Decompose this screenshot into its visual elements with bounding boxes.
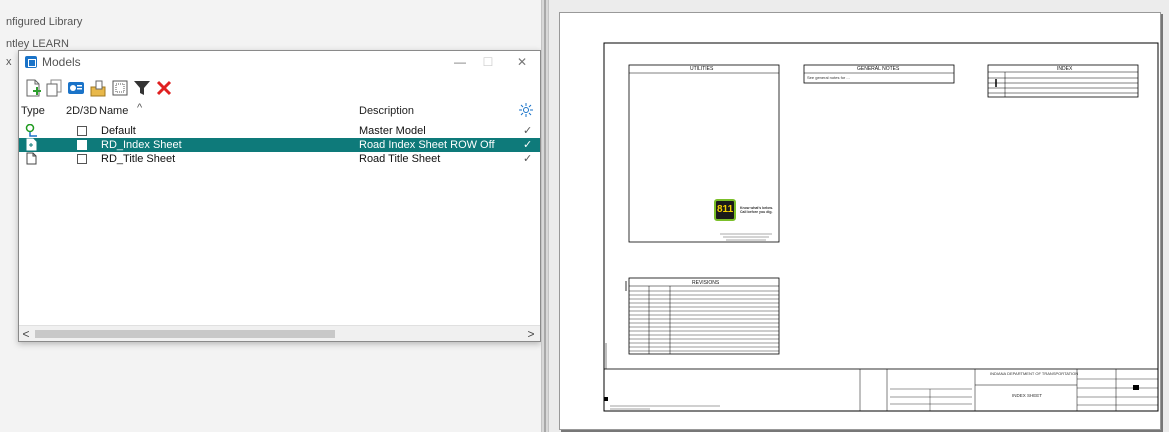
sun-icon xyxy=(519,103,533,117)
view-window: UTILITIES GENERAL NOTES See general note… xyxy=(549,0,1169,432)
model-properties-button[interactable] xyxy=(67,79,85,97)
delete-icon xyxy=(156,80,172,96)
model-description: Road Index Sheet ROW Off xyxy=(359,139,495,151)
utilities-heading: UTILITIES xyxy=(690,66,714,72)
filter-button[interactable] xyxy=(133,79,151,97)
scroll-left-button[interactable]: < xyxy=(19,327,33,341)
display-settings-icon[interactable] xyxy=(519,103,533,119)
filter-icon xyxy=(134,81,150,95)
dialog-title: Models xyxy=(42,55,81,69)
title-block-org: INDIANA DEPARTMENT OF TRANSPORTATION xyxy=(990,371,1079,376)
sheet-canvas[interactable]: UTILITIES GENERAL NOTES See general note… xyxy=(559,12,1161,430)
index-heading: INDEX xyxy=(1057,66,1073,72)
call-811-logo: 811 xyxy=(714,199,736,221)
model-row-default[interactable]: Default Master Model ✓ xyxy=(19,123,540,138)
minimize-button[interactable]: — xyxy=(446,54,474,70)
scroll-right-button[interactable]: > xyxy=(524,327,538,341)
general-notes-body: See general notes for ... xyxy=(807,75,850,80)
model-description: Master Model xyxy=(359,125,426,137)
import-icon xyxy=(90,80,106,97)
tree-item-bentley-learn[interactable]: ntley LEARN xyxy=(6,38,69,50)
tree-item-configured-library[interactable]: nfigured Library xyxy=(6,16,82,28)
display-check-icon[interactable]: ✓ xyxy=(523,152,532,165)
tree-item-partial[interactable]: x xyxy=(6,56,12,68)
explorer-pane: nfigured Library ntley LEARN x Models — … xyxy=(0,0,541,432)
column-2d3d[interactable]: 2D/3D xyxy=(66,105,97,121)
models-icon xyxy=(25,56,37,68)
model-name: Default xyxy=(101,125,136,137)
horizontal-scrollbar[interactable]: < > xyxy=(19,325,540,341)
close-button[interactable]: ✕ xyxy=(508,54,536,70)
import-model-button[interactable] xyxy=(89,79,107,97)
2d3d-checkbox[interactable] xyxy=(77,140,87,150)
title-block-sheet-name: INDEX SHEET xyxy=(1012,393,1043,398)
maximize-button[interactable]: ☐ xyxy=(474,54,502,70)
2d3d-checkbox[interactable] xyxy=(77,126,87,136)
column-description[interactable]: Description xyxy=(359,105,414,121)
column-type[interactable]: Type xyxy=(21,105,45,121)
sheet-boundary-button[interactable] xyxy=(111,79,129,97)
models-dialog: Models — ☐ ✕ Type 2D/3D Name ^ Descripti… xyxy=(18,50,541,342)
scrollbar-thumb[interactable] xyxy=(35,330,335,338)
model-name: RD_Index Sheet xyxy=(101,139,182,151)
revisions-heading: REVISIONS xyxy=(692,280,720,286)
display-check-icon[interactable]: ✓ xyxy=(523,124,532,137)
column-name[interactable]: Name xyxy=(99,105,128,121)
model-description: Road Title Sheet xyxy=(359,153,441,165)
2d3d-checkbox[interactable] xyxy=(77,154,87,164)
copy-model-button[interactable] xyxy=(45,79,63,97)
model-row-index-sheet[interactable]: RD_Index Sheet Road Index Sheet ROW Off … xyxy=(19,138,540,152)
model-name: RD_Title Sheet xyxy=(101,153,176,165)
call-811-tagline: Know what's below. Call before you dig. xyxy=(740,206,773,214)
model-row-title-sheet[interactable]: RD_Title Sheet Road Title Sheet ✓ xyxy=(19,152,540,166)
delete-model-button[interactable] xyxy=(155,79,173,97)
sort-ascending-icon: ^ xyxy=(137,102,143,114)
sheet-drawing xyxy=(603,42,1159,412)
dialog-titlebar[interactable]: Models — ☐ ✕ xyxy=(19,51,540,73)
models-toolbar xyxy=(19,77,540,101)
boundary-icon xyxy=(112,80,128,96)
pane-splitter[interactable] xyxy=(541,0,549,432)
general-notes-heading: GENERAL NOTES xyxy=(857,66,900,72)
properties-icon xyxy=(68,82,84,94)
create-model-button[interactable] xyxy=(24,79,42,97)
sheet-model-icon xyxy=(25,152,39,168)
new-model-icon xyxy=(26,79,41,97)
copy-icon xyxy=(46,79,62,97)
display-check-icon[interactable]: ✓ xyxy=(523,138,532,151)
